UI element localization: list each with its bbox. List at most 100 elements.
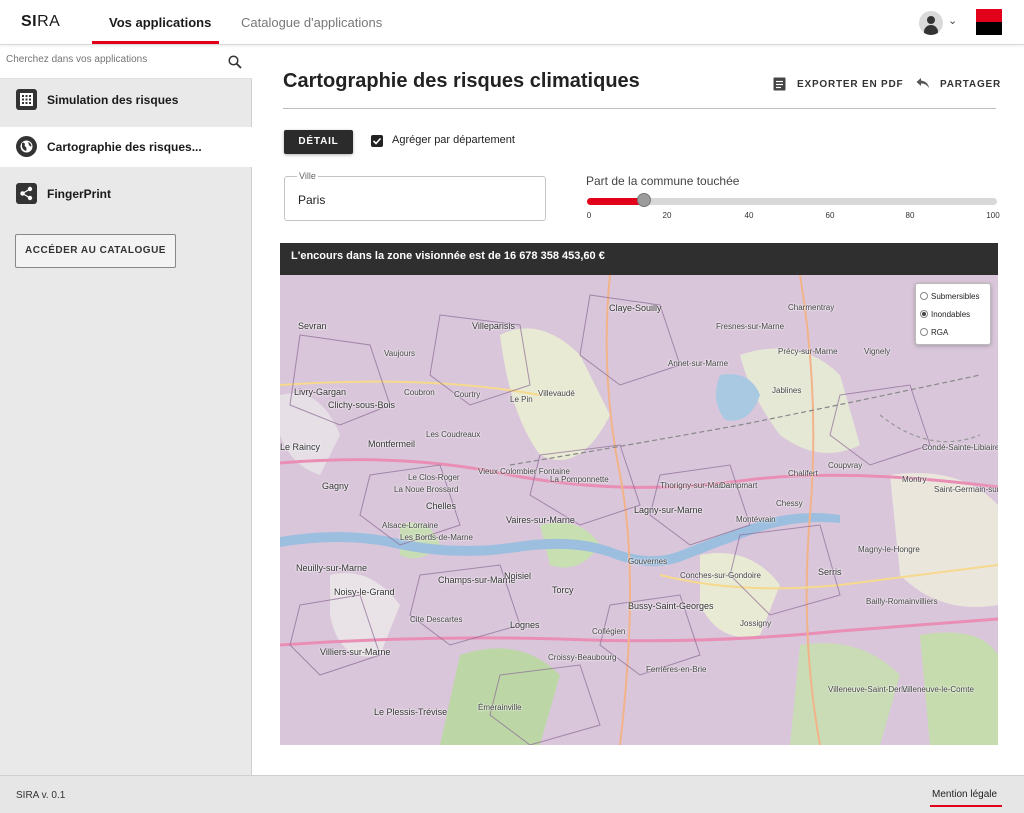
- risk-map[interactable]: Sevran Villeparisis Claye-Souilly Charme…: [280, 275, 998, 745]
- map-place-label: Sevran: [298, 321, 327, 331]
- map-place-label: Montévrain: [736, 515, 776, 524]
- sidebar: Simulation des risques Cartographie des …: [0, 45, 252, 775]
- map-place-label: Bussy-Saint-Georges: [628, 601, 714, 611]
- ville-label: Ville: [297, 171, 318, 181]
- map-place-label: Gagny: [322, 481, 349, 491]
- map-place-label: Noisy-le-Grand: [334, 587, 395, 597]
- share-label: PARTAGER: [940, 79, 1002, 90]
- map-place-label: Les Bords-de-Marne: [400, 533, 473, 542]
- active-tab-indicator: [92, 41, 219, 44]
- map-place-label: Torcy: [552, 585, 574, 595]
- slider-tick: 20: [662, 211, 672, 220]
- catalog-button[interactable]: ACCÉDER AU CATALOGUE: [15, 234, 176, 268]
- tab-vos-applications[interactable]: Vos applications: [109, 15, 211, 30]
- map-place-label: Villiers-sur-Marne: [320, 647, 391, 657]
- map-place-label: Villeneuve-le-Comte: [902, 685, 974, 694]
- map-place-label: Jablines: [772, 386, 802, 395]
- map-place-label: Alsace-Lorraine: [382, 521, 439, 530]
- map-place-label: Collégien: [592, 627, 626, 636]
- page-title: Cartographie des risques climatiques: [283, 70, 640, 92]
- map-place-label: Lagny-sur-Marne: [634, 505, 703, 515]
- ville-field[interactable]: Ville: [284, 171, 546, 221]
- map-place-label: Gouvernes: [628, 557, 668, 566]
- map-place-label: Chalifert: [788, 469, 818, 478]
- layer-option-submersibles[interactable]: Submersibles: [920, 291, 980, 301]
- map-place-label: Bailly-Romainvilliers: [866, 597, 938, 606]
- brand-bold: SI: [21, 13, 38, 30]
- building-grid-icon: [16, 89, 37, 110]
- sidebar-item-label: Simulation des risques: [47, 93, 179, 107]
- map-place-label: Vignely: [864, 347, 891, 356]
- map-place-label: Chelles: [426, 501, 457, 511]
- map-place-label: Le Pin: [510, 395, 533, 404]
- layer-label: Inondables: [931, 310, 971, 319]
- map-place-label: Noisiel: [504, 571, 532, 581]
- chevron-down-icon[interactable]: ⌄: [948, 14, 957, 27]
- document-icon: [773, 77, 786, 91]
- top-bar: SIRA Vos applications Catalogue d'applic…: [0, 0, 1024, 45]
- map-place-label: Magny-le-Hongre: [858, 545, 920, 554]
- slider-label: Part de la commune touchée: [586, 174, 740, 188]
- sidebar-item-label: Cartographie des risques...: [47, 140, 202, 154]
- encours-banner: L'encours dans la zone visionnée est de …: [280, 243, 998, 275]
- export-label: EXPORTER EN PDF: [797, 79, 904, 90]
- search-input[interactable]: [6, 54, 216, 65]
- aggregate-label: Agréger par département: [392, 134, 515, 146]
- map-place-label: La Noue Brossard: [394, 485, 459, 494]
- detail-button[interactable]: DÉTAIL: [284, 130, 353, 154]
- map-place-label: Dampmart: [720, 481, 758, 490]
- map-place-label: Lognes: [510, 620, 540, 630]
- map-place-label: Annet-sur-Marne: [668, 359, 729, 368]
- globe-icon: [16, 136, 37, 157]
- user-avatar-icon[interactable]: [919, 11, 943, 35]
- map-place-label: Précy-sur-Marne: [778, 347, 838, 356]
- legal-link[interactable]: Mention légale: [932, 789, 997, 800]
- aggregate-checkbox[interactable]: [371, 135, 383, 147]
- app-version: SIRA v. 0.1: [16, 790, 66, 801]
- map-place-label: Claye-Souilly: [609, 303, 662, 313]
- brand-rest: RA: [37, 13, 61, 30]
- footer: SIRA v. 0.1 Mention légale: [0, 775, 1024, 813]
- map-place-label: Le Raincy: [280, 442, 321, 452]
- layer-label: RGA: [931, 328, 949, 337]
- map-place-label: Serris: [818, 567, 842, 577]
- radio-icon: [920, 291, 928, 300]
- radio-selected-icon: [920, 309, 928, 318]
- slider-tick: 80: [905, 211, 915, 220]
- sidebar-item-fingerprint[interactable]: FingerPrint: [0, 174, 252, 214]
- map-place-label: Les Coudreaux: [426, 430, 481, 439]
- ville-input[interactable]: [298, 193, 528, 207]
- slider-tick: 100: [986, 211, 1000, 220]
- map-place-label: Cite Descartes: [410, 615, 463, 624]
- sidebar-item-simulation[interactable]: Simulation des risques: [0, 80, 252, 120]
- map-place-label: Saint-Germain-sur-Morin: [934, 485, 998, 494]
- map-place-label: Le Plessis-Trévise: [374, 707, 448, 717]
- slider-tick: 60: [825, 211, 835, 220]
- sidebar-search: [0, 45, 252, 79]
- map-place-label: Jossigny: [740, 619, 772, 628]
- map-place-label: Conches-sur-Gondoire: [680, 571, 761, 580]
- map-place-label: Courtry: [454, 390, 481, 399]
- map-place-label: Montry: [902, 475, 927, 484]
- map-place-label: Vaujours: [384, 349, 415, 358]
- sidebar-item-cartographie[interactable]: Cartographie des risques...: [0, 127, 252, 167]
- map-place-label: Condé-Sainte-Libiaire: [922, 443, 998, 452]
- layer-option-rga[interactable]: RGA: [920, 327, 949, 337]
- layer-option-inondables[interactable]: Inondables: [920, 309, 971, 319]
- map-place-label: La Pomponnette: [550, 475, 609, 484]
- map-place-label: Livry-Gargan: [294, 387, 347, 397]
- map-place-label: Ferrières-en-Brie: [646, 665, 707, 674]
- map-place-label: Coupvray: [828, 461, 863, 470]
- map-place-label: Chessy: [776, 499, 803, 508]
- search-icon[interactable]: [228, 55, 242, 69]
- map-place-label: Montfermeil: [368, 439, 416, 449]
- map-place-label: Villeparisis: [472, 321, 515, 331]
- tab-catalogue-applications[interactable]: Catalogue d'applications: [241, 15, 382, 30]
- map-place-label: Villeneuve-Saint-Denis: [828, 685, 909, 694]
- map-place-label: Clichy-sous-Bois: [328, 400, 396, 410]
- map-place-label: Croissy-Beaubourg: [548, 653, 617, 662]
- brand-logo[interactable]: SIRA: [21, 13, 60, 31]
- check-icon: [372, 137, 382, 145]
- layer-label: Submersibles: [931, 292, 980, 301]
- map-place-label: Le Clos-Roger: [408, 473, 460, 482]
